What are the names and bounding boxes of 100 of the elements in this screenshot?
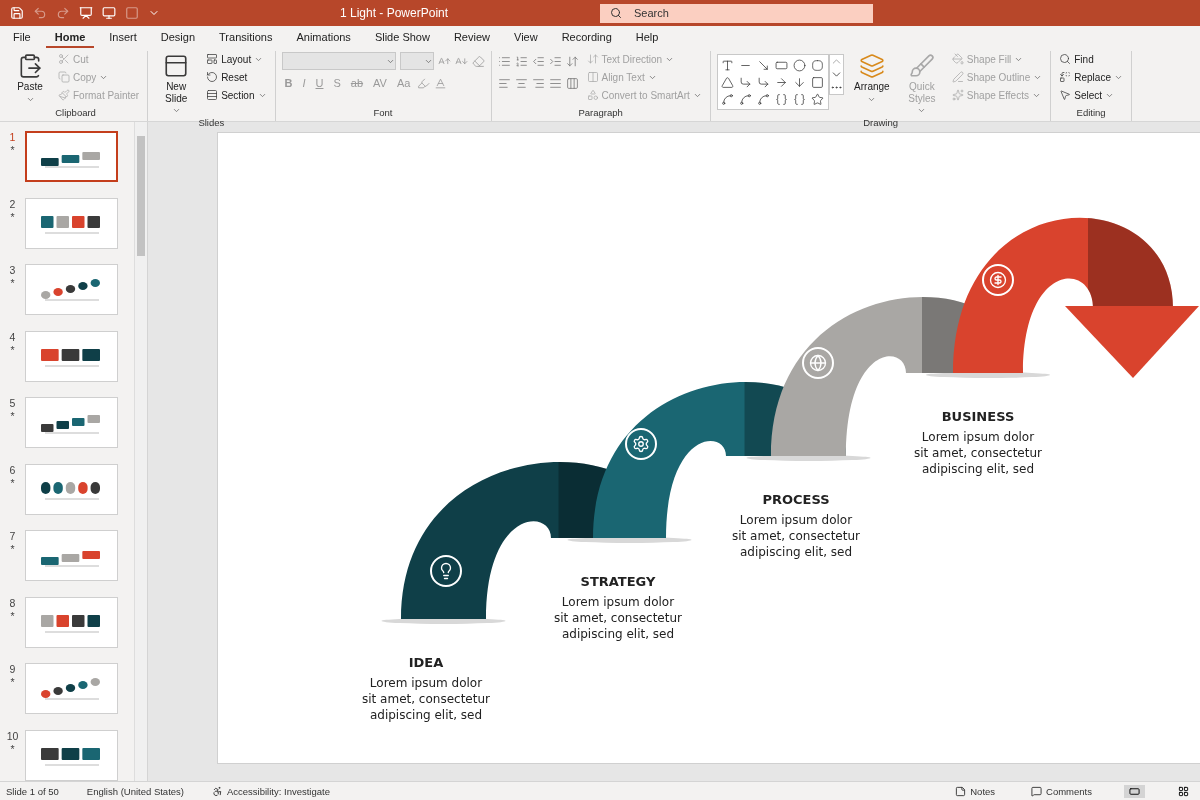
pen-icon [951, 71, 964, 83]
replace-icon [1059, 71, 1072, 83]
ribbon-button[interactable]: Reset [204, 69, 269, 85]
slide-number: 5 [9, 397, 16, 410]
ribbon-tab[interactable]: Review [444, 31, 499, 48]
line-spacing-icon[interactable] [565, 54, 579, 68]
arrow-icon[interactable] [775, 75, 789, 89]
ribbon-button[interactable]: Section [204, 87, 269, 103]
slide-number: 1 [9, 131, 16, 144]
step-title: PROCESS [762, 492, 830, 507]
indent-icon[interactable] [548, 54, 562, 68]
ribbon-button[interactable]: Arrange [849, 51, 894, 117]
arrow-icon[interactable] [793, 75, 807, 89]
arrow-icon[interactable] [757, 58, 771, 72]
notes-icon [955, 785, 967, 797]
animation-marker: * [10, 277, 15, 290]
layout-icon [206, 53, 219, 65]
brace-icon[interactable] [793, 92, 807, 106]
ribbon-tab[interactable]: File [4, 31, 40, 48]
font-size-field[interactable] [399, 52, 434, 70]
normal-view-button[interactable] [1124, 784, 1145, 798]
slide-number: 9 [9, 663, 16, 676]
numbering-icon[interactable] [514, 54, 528, 68]
pointer-icon [1059, 89, 1072, 101]
curve-icon[interactable] [739, 92, 753, 106]
ribbon-button[interactable]: Layout [204, 51, 269, 67]
slide-number: 6 [9, 463, 16, 477]
section-icon [206, 89, 219, 101]
align-left-icon[interactable] [497, 76, 511, 90]
align-text-icon [586, 71, 599, 83]
square-icon[interactable] [811, 75, 825, 89]
ribbon-button[interactable]: Replace [1057, 69, 1125, 85]
step-title: STRATEGY [580, 574, 656, 589]
text-box-icon[interactable] [721, 58, 735, 72]
search-field[interactable]: Search [600, 3, 873, 23]
ribbon-button[interactable]: Select [1057, 87, 1125, 103]
justify-icon[interactable] [548, 76, 562, 90]
notes-button[interactable]: Notes [951, 785, 1000, 797]
save-icon[interactable] [10, 6, 24, 20]
step-description: Lorem ipsum dolor sit amet, consectetur adipiscing elit, sed [361, 675, 491, 723]
outdent-icon[interactable] [531, 54, 545, 68]
animation-marker: * [10, 742, 15, 756]
slide-thumbnail[interactable] [25, 131, 118, 182]
triangle-icon[interactable] [721, 75, 735, 89]
step-description: Lorem ipsum dolor sit amet, consectetur adipiscing elit, sed [731, 512, 861, 560]
animation-marker: * [10, 476, 15, 490]
paintbrush-icon [58, 89, 70, 101]
slide-plus-icon [163, 53, 190, 79]
ribbon-tab[interactable]: Transitions [210, 31, 282, 48]
ribbon-button[interactable]: Paste [10, 51, 50, 107]
bullets-icon[interactable] [497, 54, 511, 68]
columns-icon[interactable] [565, 76, 579, 90]
search-icon [1059, 53, 1072, 65]
slide-number: 10 [6, 729, 19, 743]
animation-marker: * [10, 210, 15, 224]
accessibility-status[interactable]: Accessibility: Investigate [227, 785, 330, 797]
group-label: Paragraph [577, 107, 624, 120]
step-title: BUSINESS [941, 409, 1015, 424]
freeform-icon[interactable] [721, 92, 735, 106]
brush-icon [908, 53, 935, 79]
align-right-icon[interactable] [531, 76, 545, 90]
undo-icon[interactable] [33, 6, 47, 20]
slide-number: 3 [9, 264, 16, 277]
brace-icon[interactable] [775, 92, 789, 106]
ribbon-tab[interactable]: Insert [100, 31, 146, 48]
connector-icon[interactable] [739, 75, 753, 89]
presentation-icon[interactable] [79, 6, 93, 20]
slide-counter: Slide 1 of 50 [6, 785, 59, 797]
ribbon-tab[interactable]: Help [626, 31, 668, 48]
group-label: Drawing [862, 117, 899, 130]
ribbon-tab[interactable]: Animations [287, 31, 360, 48]
language-status[interactable]: English (United States) [86, 785, 184, 797]
curve-icon[interactable] [757, 92, 771, 106]
ribbon-tab[interactable]: Recording [552, 31, 621, 48]
redo-icon[interactable] [56, 6, 70, 20]
ribbon-tab[interactable]: Design [151, 31, 205, 48]
grid-view-icon [1178, 785, 1189, 797]
caret-icon [171, 106, 181, 115]
slide-number: 2 [9, 197, 16, 211]
shapes-gallery[interactable] [716, 54, 829, 110]
layers-icon [858, 53, 885, 79]
step-description: Lorem ipsum dolor sit amet, consectetur adipiscing elit, sed [913, 429, 1043, 477]
ribbon-button[interactable]: New Slide [154, 51, 199, 117]
oval-icon[interactable] [793, 58, 807, 72]
font-color-icon[interactable] [434, 76, 448, 90]
ribbon-tab[interactable]: View [505, 31, 547, 48]
comments-button[interactable]: Comments [1027, 785, 1096, 797]
ribbon-tab[interactable]: Slide Show [365, 31, 439, 48]
paint-bucket-icon [951, 53, 964, 65]
connector-icon[interactable] [757, 75, 771, 89]
star-icon[interactable] [811, 92, 825, 106]
accessibility-icon [212, 785, 223, 797]
monitor-icon[interactable] [102, 6, 116, 20]
sparkles-icon [951, 89, 964, 101]
text-direction-icon [586, 53, 599, 65]
scrollbar[interactable] [134, 122, 147, 781]
search-icon [610, 7, 622, 19]
align-center-icon[interactable] [514, 76, 528, 90]
ribbon-button[interactable]: Find [1057, 51, 1125, 67]
animation-marker: * [10, 343, 15, 357]
